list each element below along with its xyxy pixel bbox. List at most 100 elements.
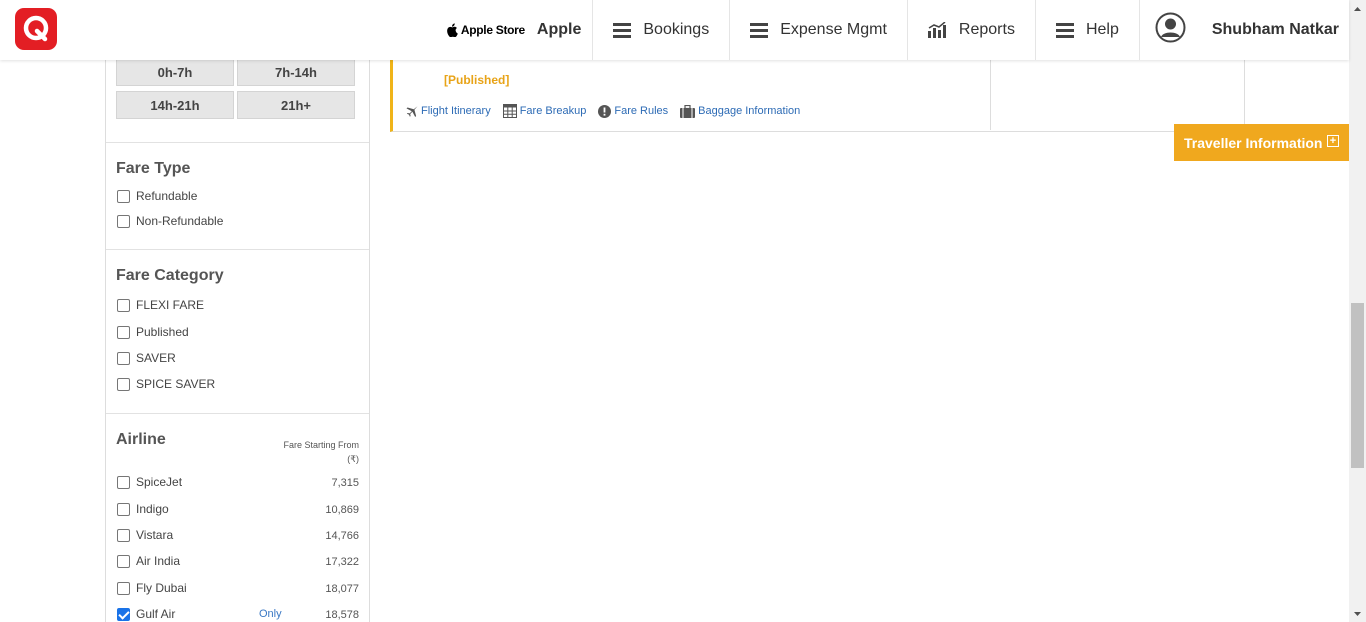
flight-result-card: [Published] Flight Itinerary Fare Breaku… bbox=[390, 60, 1245, 132]
airline-name: SpiceJet bbox=[136, 475, 183, 489]
checkbox[interactable] bbox=[117, 325, 130, 339]
expand-plus-icon: + bbox=[1327, 135, 1339, 147]
avatar[interactable] bbox=[1155, 12, 1186, 48]
checkbox[interactable] bbox=[117, 214, 130, 228]
checkbox-label: SPICE SAVER bbox=[136, 377, 216, 391]
top-header: Apple Store Apple Bookings Expense Mgmt bbox=[0, 0, 1349, 60]
airline-fare: 18,578 bbox=[325, 609, 359, 621]
checkbox-label: Published bbox=[136, 325, 189, 339]
checkbox-label: Refundable bbox=[136, 189, 198, 203]
main-nav: Apple Store Apple Bookings Expense Mgmt bbox=[426, 0, 1349, 60]
checkbox-label: Non-Refundable bbox=[136, 214, 224, 228]
airline-name: Fly Dubai bbox=[136, 581, 187, 595]
checkbox[interactable] bbox=[117, 377, 130, 391]
nav-expense-mgmt[interactable]: Expense Mgmt bbox=[729, 0, 907, 60]
airline-fare: 17,322 bbox=[325, 556, 359, 568]
app-logo[interactable] bbox=[15, 8, 57, 50]
airline-name: Gulf Air bbox=[136, 607, 176, 621]
airline-name: Indigo bbox=[136, 502, 169, 516]
checkbox-label: SAVER bbox=[136, 351, 176, 365]
only-link[interactable]: Only bbox=[259, 608, 282, 620]
checkbox[interactable] bbox=[117, 351, 130, 365]
user-avatar-icon bbox=[1155, 12, 1186, 43]
fare-currency: (₹) bbox=[347, 454, 359, 464]
checkbox[interactable] bbox=[117, 298, 130, 312]
fare-category-published[interactable]: Published bbox=[117, 325, 189, 339]
fare-category-section: Fare Category FLEXI FARE Published SAVER… bbox=[106, 249, 369, 413]
user-menu[interactable]: Shubham Natkar bbox=[1138, 0, 1349, 60]
card-divider bbox=[990, 60, 991, 130]
traveller-information-label: Traveller Information bbox=[1184, 134, 1323, 151]
exclamation-icon bbox=[598, 104, 612, 118]
checkbox[interactable] bbox=[117, 581, 130, 595]
nav-help[interactable]: Help bbox=[1034, 0, 1139, 60]
nav-bookings[interactable]: Bookings bbox=[592, 0, 729, 60]
apple-store-label: Apple Store bbox=[460, 23, 525, 37]
menu-icon bbox=[613, 22, 632, 38]
nav-expense-label: Expense Mgmt bbox=[780, 21, 887, 38]
flight-itinerary-label: Flight Itinerary bbox=[421, 105, 491, 117]
fare-category-saver[interactable]: SAVER bbox=[117, 351, 176, 365]
checkbox[interactable] bbox=[117, 189, 130, 203]
nav-apple[interactable]: Apple Store Apple bbox=[426, 0, 593, 60]
fare-type-non-refundable[interactable]: Non-Refundable bbox=[117, 214, 223, 228]
duration-7h-14h-button[interactable]: 7h-14h bbox=[237, 58, 355, 86]
filter-sidebar: 0h-7h 7h-14h 14h-21h 21h+ Fare Type Refu… bbox=[105, 58, 370, 622]
fare-breakup-label: Fare Breakup bbox=[519, 105, 587, 117]
nav-reports[interactable]: Reports bbox=[906, 0, 1035, 60]
airline-item[interactable]: Vistara bbox=[117, 528, 173, 542]
fare-breakup-link[interactable]: Fare Breakup bbox=[502, 104, 587, 118]
fare-rules-link[interactable]: Fare Rules bbox=[598, 104, 668, 118]
fare-category-title: Fare Category bbox=[116, 267, 224, 284]
apple-icon bbox=[447, 23, 458, 37]
scrollbar-thumb[interactable] bbox=[1351, 303, 1364, 468]
traveller-information-button[interactable]: Traveller Information + bbox=[1174, 124, 1349, 161]
apple-label: Apple bbox=[536, 21, 582, 38]
result-links: Flight Itinerary Fare Breakup Fare Rules bbox=[406, 104, 812, 118]
checkbox[interactable] bbox=[117, 502, 130, 516]
airline-name: Air India bbox=[136, 554, 181, 568]
checkbox[interactable] bbox=[117, 528, 130, 542]
user-name[interactable]: Shubham Natkar bbox=[1212, 21, 1339, 39]
checkbox-checked[interactable] bbox=[117, 607, 130, 621]
airline-item[interactable]: Gulf Air bbox=[117, 607, 175, 621]
airline-fare: 18,077 bbox=[325, 583, 359, 595]
airline-title: Airline bbox=[116, 431, 166, 448]
airline-item[interactable]: Fly Dubai bbox=[117, 581, 187, 595]
nav-bookings-label: Bookings bbox=[643, 21, 710, 38]
fare-type-title: Fare Type bbox=[116, 160, 191, 177]
airline-item[interactable]: Air India bbox=[117, 554, 180, 568]
apple-store-badge[interactable]: Apple Store bbox=[446, 23, 525, 37]
calculator-icon bbox=[502, 104, 517, 118]
logo-q-icon bbox=[23, 15, 49, 42]
checkbox[interactable] bbox=[117, 475, 130, 489]
scroll-up-arrow-icon[interactable] bbox=[1349, 0, 1366, 17]
airline-item[interactable]: Indigo bbox=[117, 502, 169, 516]
flight-itinerary-link[interactable]: Flight Itinerary bbox=[406, 105, 491, 117]
fare-starting-heading: Fare Starting From (₹) bbox=[283, 438, 359, 466]
airline-fare: 14,766 bbox=[325, 530, 359, 542]
bar-chart-icon bbox=[927, 22, 947, 38]
baggage-information-label: Baggage Information bbox=[698, 105, 801, 117]
fare-category-spice-saver[interactable]: SPICE SAVER bbox=[117, 377, 215, 391]
airline-section: Airline Fare Starting From (₹) SpiceJet … bbox=[106, 413, 369, 622]
menu-icon bbox=[1055, 22, 1074, 38]
nav-reports-label: Reports bbox=[958, 21, 1015, 38]
fare-type-refundable[interactable]: Refundable bbox=[117, 189, 197, 203]
card-border bbox=[1244, 60, 1245, 132]
duration-0h-7h-button[interactable]: 0h-7h bbox=[116, 58, 234, 86]
scroll-down-arrow-icon[interactable] bbox=[1349, 605, 1366, 622]
airline-fare: 10,869 bbox=[325, 504, 359, 516]
baggage-information-link[interactable]: Baggage Information bbox=[680, 104, 801, 118]
page-scrollbar[interactable] bbox=[1349, 0, 1366, 622]
plane-icon bbox=[406, 106, 418, 117]
fare-tag: [Published] bbox=[444, 73, 510, 87]
nav-help-label: Help bbox=[1085, 21, 1119, 38]
airline-item[interactable]: SpiceJet bbox=[117, 475, 182, 489]
briefcase-icon bbox=[680, 104, 696, 118]
duration-14h-21h-button[interactable]: 14h-21h bbox=[116, 91, 234, 119]
fare-category-flexi-fare[interactable]: FLEXI FARE bbox=[117, 298, 204, 312]
airline-name: Vistara bbox=[136, 528, 174, 542]
duration-21h-plus-button[interactable]: 21h+ bbox=[237, 91, 355, 119]
checkbox[interactable] bbox=[117, 554, 130, 568]
